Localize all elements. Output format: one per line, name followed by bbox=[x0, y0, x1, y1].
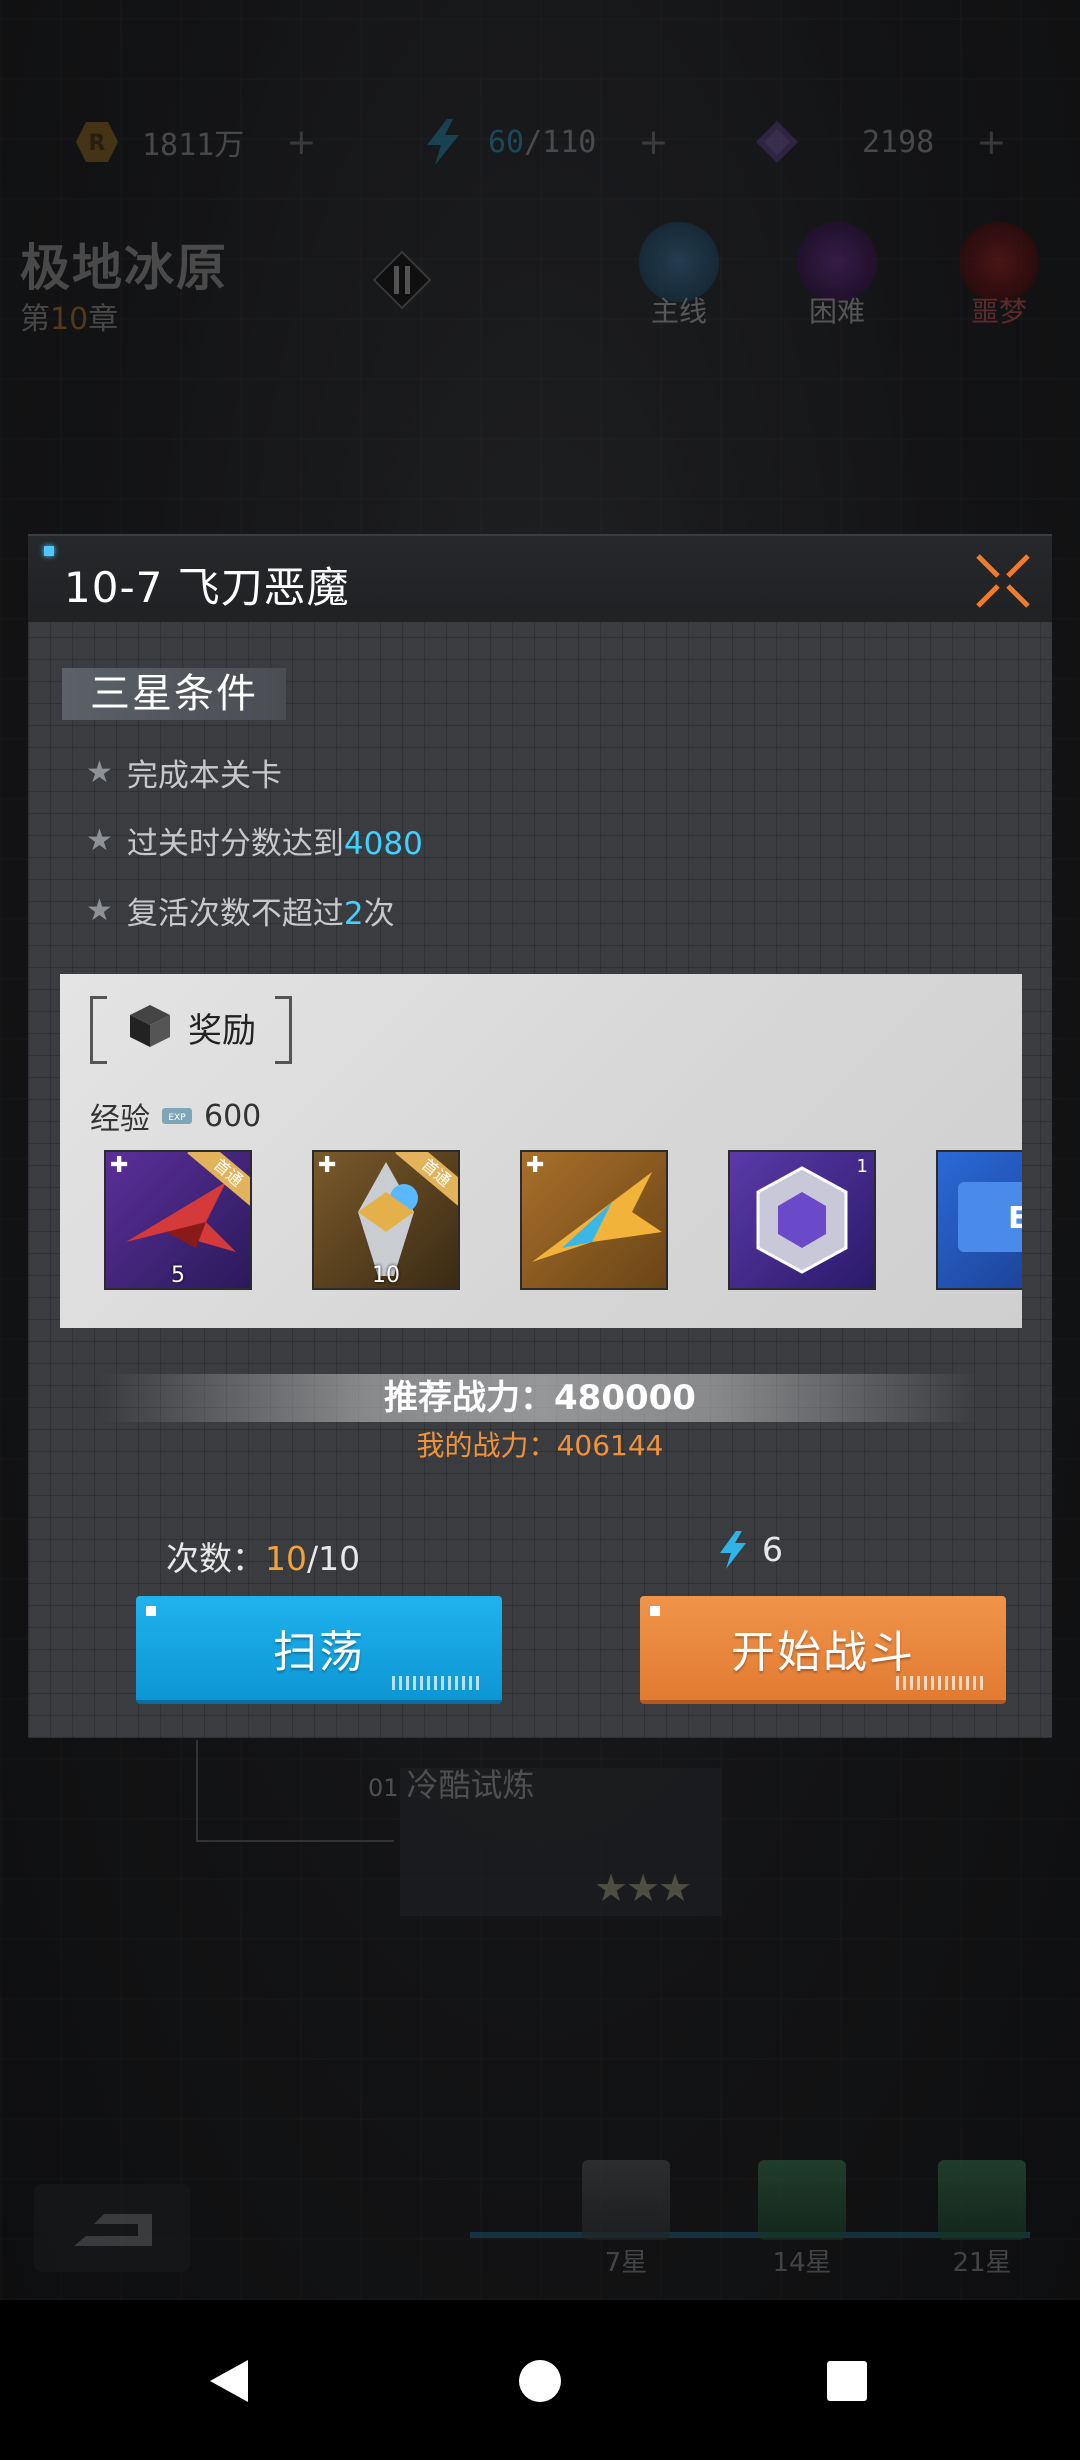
reward-item-exp-card[interactable]: EX bbox=[936, 1150, 1022, 1290]
three-star-header: 三星条件 bbox=[62, 668, 286, 720]
reward-item-yellow-fighter[interactable]: ✚ bbox=[520, 1150, 668, 1290]
dialog-title: 10-7 飞刀恶魔 bbox=[64, 563, 350, 612]
nav-home-icon[interactable] bbox=[505, 2346, 575, 2416]
attempts: 次数：10/10 bbox=[166, 1539, 361, 1578]
energy-cost: 6 bbox=[718, 1530, 783, 1569]
reward-item-red-fighter[interactable]: ✚ 首通 5 bbox=[104, 1150, 252, 1290]
condition-2: ★ 过关时分数达到4080 bbox=[86, 823, 423, 862]
exp-reward: 经验 EXP 600 bbox=[90, 1098, 262, 1138]
system-nav-bar bbox=[0, 2300, 1080, 2460]
reward-items: ✚ 首通 5 ✚ 首通 10 ✚ 1 EX bbox=[104, 1150, 1022, 1290]
condition-3: ★ 复活次数不超过2次 bbox=[86, 893, 395, 932]
svg-text:EX: EX bbox=[1008, 1201, 1022, 1236]
energy-icon bbox=[720, 1530, 746, 1569]
reward-item-gold-fighter[interactable]: ✚ 首通 10 bbox=[312, 1150, 460, 1290]
close-button[interactable] bbox=[972, 550, 1034, 612]
sweep-button[interactable]: 扫荡 bbox=[136, 1596, 502, 1704]
star-icon: ★ bbox=[86, 755, 113, 790]
close-icon bbox=[976, 554, 1030, 608]
nav-back-icon[interactable] bbox=[196, 2346, 266, 2416]
reward-panel: 奖励 经验 EXP 600 ✚ 首通 5 ✚ 首通 10 ✚ 1 bbox=[60, 974, 1022, 1328]
condition-1: ★ 完成本关卡 bbox=[86, 755, 282, 794]
box-icon bbox=[126, 1001, 174, 1053]
star-icon: ★ bbox=[86, 893, 113, 928]
start-battle-button[interactable]: 开始战斗 bbox=[640, 1596, 1006, 1704]
dialog-header: 10-7 飞刀恶魔 bbox=[28, 534, 1052, 624]
reward-title: 奖励 bbox=[188, 1010, 256, 1051]
exp-icon: EXP bbox=[162, 1108, 192, 1124]
my-power: 我的战力：406144 bbox=[416, 1429, 664, 1462]
stage-dialog: 10-7 飞刀恶魔 三星条件 ★ 完成本关卡 ★ 过关时分数达到4080 ★ 复… bbox=[28, 534, 1052, 1738]
nav-recents-icon[interactable] bbox=[812, 2346, 882, 2416]
svg-text:EXP: EXP bbox=[168, 1113, 186, 1123]
reward-header: 奖励 bbox=[90, 996, 292, 1064]
recommended-power: 推荐战力：480000 bbox=[384, 1378, 696, 1418]
corner-marker-icon bbox=[44, 546, 54, 556]
reward-item-purple-chip[interactable]: 1 bbox=[728, 1150, 876, 1290]
star-icon: ★ bbox=[86, 823, 113, 858]
